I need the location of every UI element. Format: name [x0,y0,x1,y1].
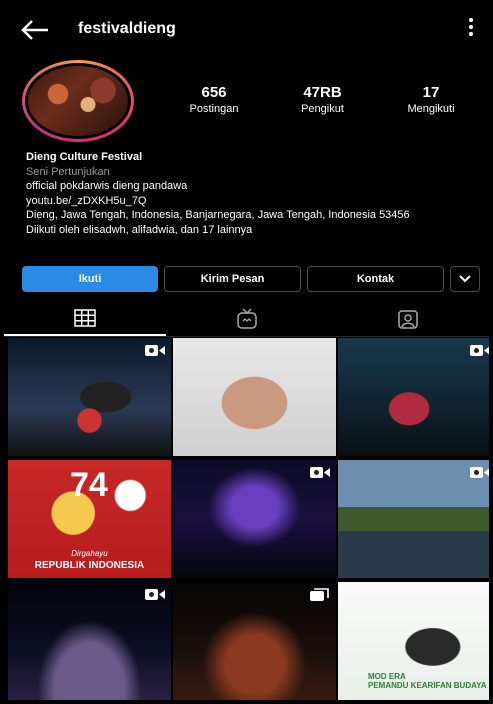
grid-post[interactable] [338,338,489,456]
post-caption-main: REPUBLIK INDONESIA [34,560,145,571]
tab-igtv[interactable] [166,302,328,336]
post-caption: Dirgahayu REPUBLIK INDONESIA [8,548,171,572]
post-text-sub: PEMANDU KEARIFAN BUDAYA [368,681,487,690]
grid-post[interactable] [173,338,336,456]
posts-grid: 74 Dirgahayu REPUBLIK INDONESIA MOD ERA … [8,338,489,700]
bio-link[interactable]: youtu.be/_zDXKH5u_7Q [26,194,479,209]
stat-label: Mengikuti [407,103,455,115]
suggestions-dropdown-button[interactable] [450,266,480,292]
followed-by[interactable]: Diikuti oleh elisadwh, alifadwia, dan 17… [26,223,479,238]
stat-value: 656 [201,84,227,101]
stat-posts[interactable]: 656 Postingan [164,84,264,115]
stat-value: 17 [422,84,440,101]
profile-tabs [4,302,489,336]
tab-posts-grid[interactable] [4,302,166,336]
post-text-mod: MOD ERA [368,672,406,681]
profile-bio: Dieng Culture Festival Seni Pertunjukan … [26,150,479,237]
video-icon [470,467,489,478]
grid-post[interactable]: 74 Dirgahayu REPUBLIK INDONESIA [8,460,171,578]
post-text: MOD ERA PEMANDU KEARIFAN BUDAYA [368,672,487,690]
grid-post[interactable] [173,460,336,578]
profile-username: festivaldieng [78,20,176,37]
profile-screen: festivaldieng 656 Postingan 47RB Pengiku… [4,4,489,700]
story-ring[interactable] [22,60,134,142]
post-caption-sub: Dirgahayu [71,549,108,558]
bio-address[interactable]: Dieng, Jawa Tengah, Indonesia, Banjarneg… [26,208,479,223]
bio-text: official pokdarwis dieng pandawa [26,180,188,192]
stat-followers[interactable]: 47RB Pengikut [273,84,373,115]
grid-icon [74,309,96,327]
grid-post[interactable] [338,460,489,578]
tagged-icon [398,310,418,329]
video-icon [145,589,165,600]
message-button[interactable]: Kirim Pesan [164,266,301,292]
video-icon [470,345,489,356]
avatar[interactable] [25,63,131,139]
tabs-divider [4,336,489,337]
grid-post[interactable] [173,582,336,700]
stat-following[interactable]: 17 Mengikuti [381,84,481,115]
post-number: 74 [70,466,108,504]
chevron-down-icon [459,275,471,283]
profile-header: 656 Postingan 47RB Pengikut 17 Mengikuti [4,56,489,146]
grid-post[interactable] [8,582,171,700]
grid-post[interactable] [8,338,171,456]
video-icon [310,467,330,478]
tab-tagged[interactable] [327,302,489,336]
display-name: Dieng Culture Festival [26,151,143,163]
stat-value: 47RB [303,84,342,101]
contact-button[interactable]: Kontak [307,266,444,292]
top-bar: festivaldieng [4,4,489,56]
action-buttons: Ikuti Kirim Pesan Kontak [22,266,481,292]
stat-label: Postingan [189,103,239,115]
video-icon [145,345,165,356]
profile-stats: 656 Postingan 47RB Pengikut 17 Mengikuti [164,84,481,115]
arrow-left-icon[interactable] [20,18,50,42]
igtv-icon [236,308,257,329]
stat-label: Pengikut [301,103,344,115]
grid-post[interactable]: MOD ERA PEMANDU KEARIFAN BUDAYA [338,582,489,700]
carousel-icon [310,588,329,601]
category-label: Seni Pertunjukan [26,165,110,178]
follow-button[interactable]: Ikuti [22,266,158,292]
more-vertical-icon[interactable] [467,18,475,40]
